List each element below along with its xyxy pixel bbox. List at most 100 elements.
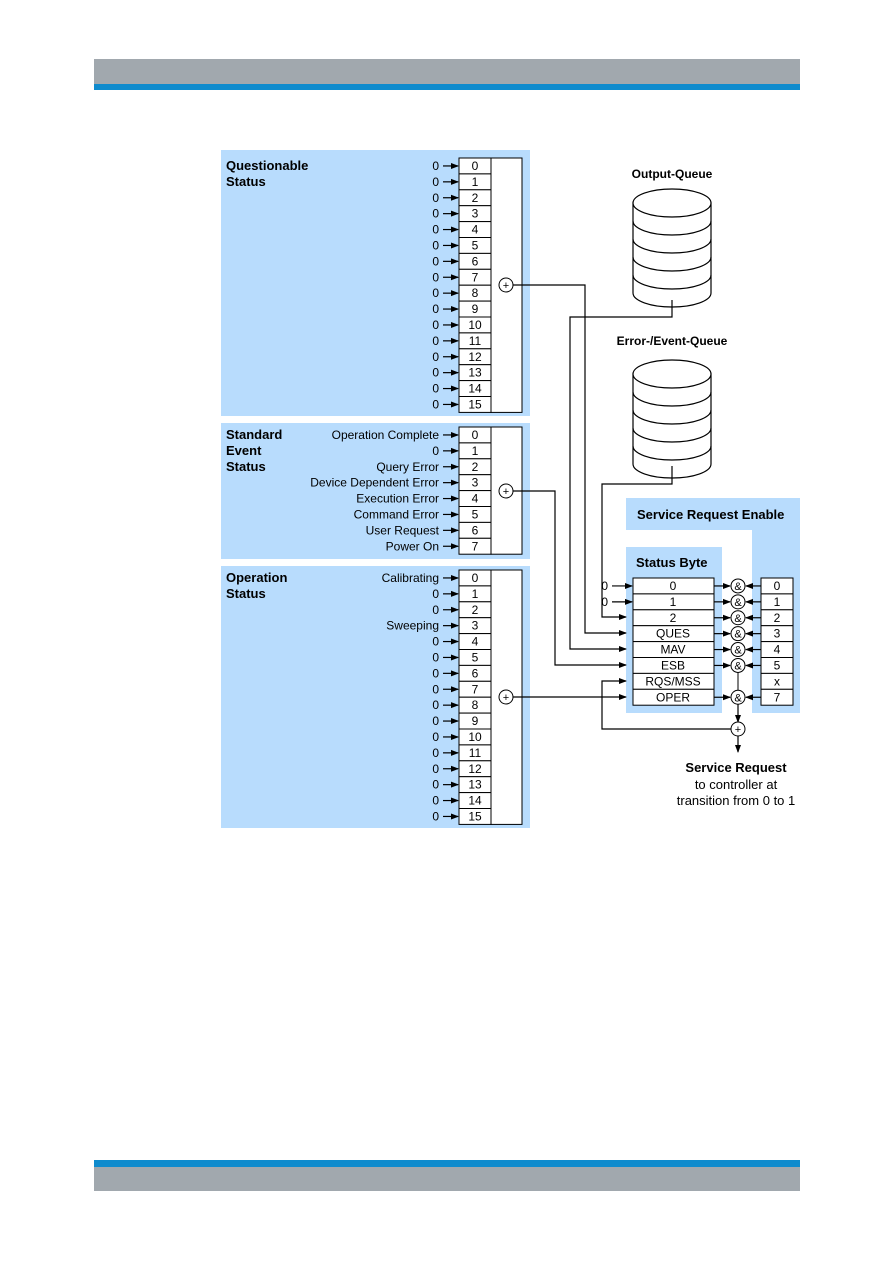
- operation-input-label: 0: [432, 587, 439, 601]
- operation-input-label: 0: [432, 778, 439, 792]
- standard-event-title: Standard: [226, 427, 282, 442]
- operation-bit-label: 9: [472, 714, 479, 728]
- and-gate-symbol: &: [734, 597, 742, 609]
- error-queue-label: Error-/Event-Queue: [617, 334, 728, 348]
- questionable-input-label: 0: [432, 366, 439, 380]
- questionable-bit-label: 14: [468, 382, 482, 396]
- queue-top: [632, 359, 712, 389]
- status-byte-input-label: 0: [601, 595, 608, 609]
- status-byte-title: Status Byte: [636, 555, 708, 570]
- operation-sum-node: +: [498, 689, 514, 705]
- standard-event-input-label: Query Error: [376, 460, 439, 474]
- and-gate-symbol: &: [734, 645, 742, 657]
- operation-input-label: Sweeping: [386, 619, 439, 633]
- and-gate-symbol: &: [734, 629, 742, 641]
- questionable-bit-label: 8: [472, 286, 479, 300]
- standard-event-input-label: Command Error: [354, 508, 439, 522]
- status-byte-bit-label: 0: [670, 579, 677, 593]
- and-gate-symbol: &: [734, 660, 742, 672]
- questionable-input-label: 0: [432, 350, 439, 364]
- operation-title: Operation: [226, 570, 287, 585]
- service-request-enable-title: Service Request Enable: [637, 507, 784, 522]
- operation-input-label: 0: [432, 714, 439, 728]
- sre-bit-label: 3: [774, 627, 781, 641]
- questionable-input-label: 0: [432, 382, 439, 396]
- questionable-input-label: 0: [432, 398, 439, 412]
- operation-bit-label: 3: [472, 619, 479, 633]
- operation-input-label: 0: [432, 730, 439, 744]
- standard-event-input-label: User Request: [366, 523, 440, 537]
- standard-event-bit-label: 5: [472, 508, 479, 522]
- operation-bit-label: 4: [472, 635, 479, 649]
- questionable-bit-label: 6: [472, 254, 479, 268]
- queue-body: [632, 202, 712, 308]
- sre-bit-label: 2: [774, 611, 781, 625]
- status-byte-bit-label: QUES: [656, 627, 690, 641]
- standard-event-bit-label: 0: [472, 428, 479, 442]
- questionable-input-label: 0: [432, 318, 439, 332]
- operation-bit-label: 15: [468, 810, 482, 824]
- status-byte-bit-label: 2: [670, 611, 677, 625]
- operation-bit-label: 1: [472, 587, 479, 601]
- and-gate-symbol: &: [734, 613, 742, 625]
- questionable-input-label: 0: [432, 334, 439, 348]
- operation-bit-label: 0: [472, 571, 479, 585]
- standard-event-title-3: Status: [226, 459, 266, 474]
- and-gate-symbol: &: [734, 692, 742, 704]
- questionable-bit-label: 3: [472, 207, 479, 221]
- output-queue-label: Output-Queue: [632, 167, 713, 181]
- questionable-bit-label: 15: [468, 398, 482, 412]
- operation-bit-label: 10: [468, 730, 482, 744]
- sre-bit-label: 7: [774, 690, 781, 704]
- operation-input-label: 0: [432, 746, 439, 760]
- operation-bit-label: 6: [472, 666, 479, 680]
- service-request-title: Service Request: [685, 760, 787, 775]
- and-gate-symbol: &: [734, 581, 742, 593]
- operation-bit-label: 13: [468, 778, 482, 792]
- operation-input-label: Calibrating: [382, 571, 439, 585]
- questionable-title: Questionable: [226, 158, 308, 173]
- status-register-diagram: Questionable Status Standard Event Statu…: [221, 150, 800, 828]
- operation-input-label: 0: [432, 651, 439, 665]
- status-byte-input-label: 0: [601, 579, 608, 593]
- questionable-bit-label: 0: [472, 159, 479, 173]
- standard-event-bit-label: 7: [472, 539, 479, 553]
- operation-bit-label: 7: [472, 682, 479, 696]
- footer-accent-line: [94, 1160, 800, 1167]
- operation-bit-label: 8: [472, 698, 479, 712]
- operation-input-label: 0: [432, 666, 439, 680]
- questionable-bit-label: 4: [472, 223, 479, 237]
- sre-bit-label: 5: [774, 659, 781, 673]
- standard-event-sum-node: +: [498, 483, 514, 499]
- status-byte-bit-label: ESB: [661, 659, 685, 673]
- standard-event-bit-label: 6: [472, 523, 479, 537]
- status-byte-bit-label: OPER: [656, 690, 690, 704]
- service-request-line2: to controller at: [695, 777, 778, 792]
- questionable-bit-label: 5: [472, 239, 479, 253]
- questionable-input-label: 0: [432, 239, 439, 253]
- questionable-input-label: 0: [432, 254, 439, 268]
- operation-bit-label: 11: [469, 746, 482, 760]
- questionable-bit-label: 13: [468, 366, 482, 380]
- standard-event-input-label: Device Dependent Error: [310, 476, 439, 490]
- queue-body: [632, 373, 712, 479]
- operation-input-label: 0: [432, 810, 439, 824]
- questionable-input-label: 0: [432, 223, 439, 237]
- svg-text:+: +: [503, 486, 509, 498]
- operation-bit-label: 5: [472, 651, 479, 665]
- questionable-sum-node: +: [498, 277, 514, 293]
- questionable-title-2: Status: [226, 174, 266, 189]
- operation-input-label: 0: [432, 762, 439, 776]
- standard-event-bit-label: 1: [472, 444, 479, 458]
- status-byte-bit-label: RQS/MSS: [645, 674, 700, 688]
- sre-bit-label: 1: [774, 595, 781, 609]
- questionable-bit-label: 11: [469, 334, 482, 348]
- operation-bit-label: 2: [472, 603, 479, 617]
- standard-event-bit-label: 3: [472, 476, 479, 490]
- questionable-bit-label: 10: [468, 318, 482, 332]
- questionable-input-label: 0: [432, 270, 439, 284]
- footer-band: [94, 1167, 800, 1191]
- questionable-input-label: 0: [432, 286, 439, 300]
- standard-event-bit-label: 2: [472, 460, 479, 474]
- status-byte-bit-label: MAV: [660, 643, 685, 657]
